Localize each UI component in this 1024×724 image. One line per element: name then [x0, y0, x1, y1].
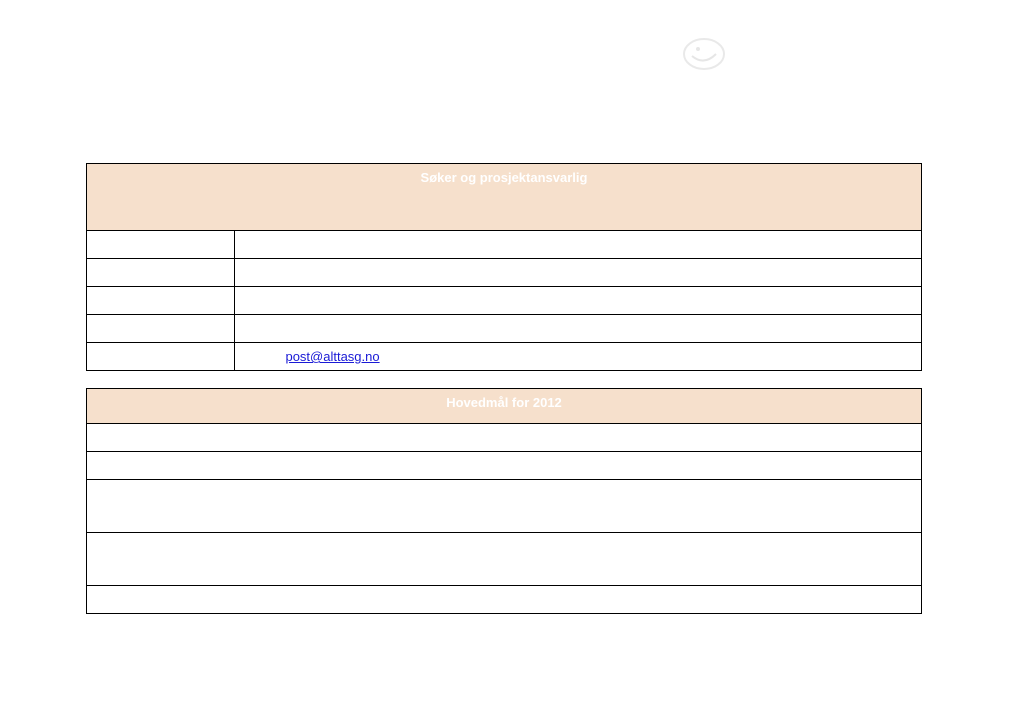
- goal-cell: Videreutvikle fleksibel avlastning - båd…: [87, 480, 922, 533]
- table-row: Arrangere fagdag for personell som jobbe…: [87, 424, 922, 452]
- row-label: Telefon: [87, 315, 235, 343]
- table-row: Navn Alta kommune: [87, 231, 922, 259]
- copy-label: Kopi:: [86, 68, 116, 83]
- to-value: Utviklingssenter for sykehjemstjenester …: [106, 53, 371, 68]
- table-row: Adresse Postboks 1383: [87, 259, 922, 287]
- row-label: Adresse: [87, 259, 235, 287]
- applicant-table: Søker og prosjektansvarlig Navn Alta kom…: [86, 163, 922, 371]
- goals-table: Hovedmål for 2012 Arrangere fagdag for p…: [86, 388, 922, 614]
- row-value: 9506 Alta: [235, 287, 922, 315]
- case-label: Sak:: [86, 113, 112, 128]
- table-row: Sørge for å få på plass demenskontakter …: [87, 452, 922, 480]
- table-row: Videreutvikle avlastningsalternativer i …: [87, 586, 922, 614]
- row-label: Poststed: [87, 287, 235, 315]
- table-row: Ta i bruk aktivitetsplaner for brukere m…: [87, 533, 922, 586]
- email-link[interactable]: post@alttasg.no: [285, 349, 379, 364]
- to-label: Til:: [86, 53, 103, 68]
- table-row: Videreutvikle fleksibel avlastning - båd…: [87, 480, 922, 533]
- date-value: 24.01.13: [121, 83, 172, 98]
- case-value: Rapport fra prosjekt Nettverk demens Alt…: [116, 113, 357, 128]
- row-value: Epost: post@alttasg.no: [235, 343, 922, 371]
- row-value: Alta kommune: [235, 231, 922, 259]
- goal-cell: Arrangere fagdag for personell som jobbe…: [87, 424, 922, 452]
- row-label: E-post: [87, 343, 235, 371]
- row-value: Postboks 1383: [235, 259, 922, 287]
- date-label: Dato:: [86, 83, 117, 98]
- applicant-header: Søker og prosjektansvarlig: [87, 164, 922, 231]
- goal-cell: Sørge for å få på plass demenskontakter …: [87, 452, 922, 480]
- email-prefix: Epost:: [245, 349, 285, 364]
- goals-header: Hovedmål for 2012: [87, 389, 922, 424]
- table-row: Poststed 9506 Alta: [87, 287, 922, 315]
- doc-header: Rapport – sluttrapport Til: Utviklingsse…: [86, 20, 922, 128]
- row-value: 78 45 54 20: [235, 315, 922, 343]
- table-row: Telefon 78 45 54 20: [87, 315, 922, 343]
- table-row: E-post Epost: post@alttasg.no: [87, 343, 922, 371]
- doc-title: Rapport – sluttrapport: [86, 20, 922, 43]
- goal-cell: Ta i bruk aktivitetsplaner for brukere m…: [87, 533, 922, 586]
- goal-cell: Videreutvikle avlastningsalternativer i …: [87, 586, 922, 614]
- from-label: Fra:: [86, 98, 109, 113]
- from-value: Alta kommune, helse og sosialtjenesten, …: [112, 98, 470, 113]
- row-label: Navn: [87, 231, 235, 259]
